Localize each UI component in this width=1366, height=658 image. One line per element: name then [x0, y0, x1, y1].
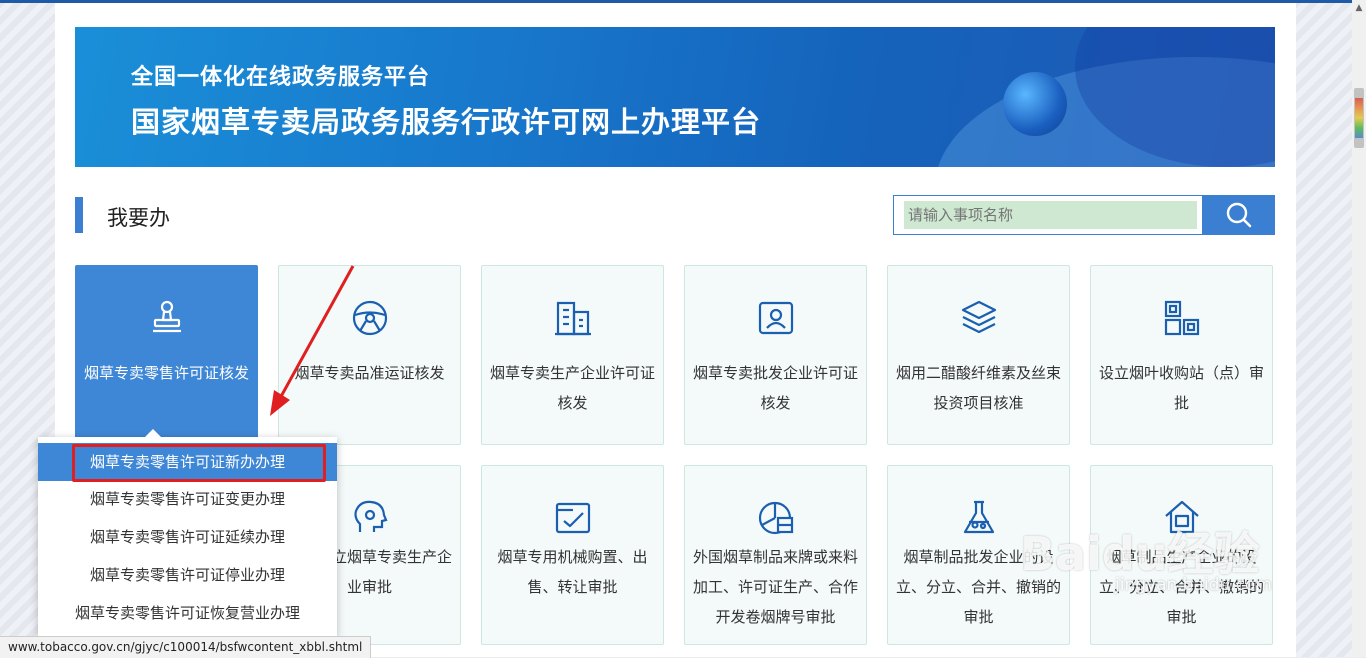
search-box [893, 195, 1275, 235]
pie-chart-icon [756, 498, 796, 538]
card-label: 外国烟草制品来牌或来料加工、许可证生产、合作开发卷烟牌号审批 [693, 548, 859, 626]
baidu-watermark-url: jingyan.baidu.com [1115, 575, 1272, 595]
blocks-icon [1162, 298, 1202, 338]
check-screen-icon [553, 498, 593, 538]
dropdown-caret [145, 429, 161, 437]
card-label: 烟草专卖批发企业许可证核发 [693, 364, 859, 412]
scrollbar-marker [1355, 98, 1363, 138]
service-card-acetate-fiber[interactable]: 烟用二醋酸纤维素及丝束投资项目核准 [887, 265, 1070, 445]
search-input[interactable] [904, 201, 1197, 229]
page-background-right [1296, 0, 1352, 657]
banner-orb [1003, 72, 1067, 136]
banner-subtitle: 全国一体化在线政务服务平台 [131, 65, 431, 90]
flask-icon [959, 498, 999, 538]
header-banner: 全国一体化在线政务服务平台 国家烟草专卖局政务服务行政许可网上办理平台 [75, 27, 1275, 167]
section-accent-bar [75, 197, 83, 233]
layers-icon [959, 298, 999, 338]
top-border [0, 0, 1352, 3]
search-icon [1226, 202, 1251, 228]
annotation-highlight-box [72, 444, 326, 482]
service-card-retail-license[interactable]: 烟草专卖零售许可证核发 [75, 265, 258, 445]
section-title: 我要办 [107, 206, 170, 230]
status-bar-url: www.tobacco.gov.cn/gjyc/c100014/bsfwcont… [0, 636, 372, 658]
dropdown-item-renewal[interactable]: 烟草专卖零售许可证延续办理 [38, 518, 337, 556]
service-card-production-license[interactable]: 烟草专卖生产企业许可证核发 [481, 265, 664, 445]
card-label: 烟草专卖零售许可证核发 [84, 364, 250, 382]
card-label: 设立烟叶收购站（点）审批 [1099, 364, 1265, 412]
dropdown-item-change[interactable]: 烟草专卖零售许可证变更办理 [38, 480, 337, 518]
building-icon [553, 298, 593, 338]
search-button[interactable] [1202, 195, 1275, 235]
service-card-wholesale-license[interactable]: 烟草专卖批发企业许可证核发 [684, 265, 867, 445]
id-card-icon [756, 298, 796, 338]
annotation-arrow [270, 265, 355, 416]
vertical-scrollbar[interactable]: ▲ [1352, 0, 1366, 657]
service-card-foreign-products[interactable]: 外国烟草制品来牌或来料加工、许可证生产、合作开发卷烟牌号审批 [684, 465, 867, 645]
scroll-up-arrow-icon[interactable]: ▲ [1352, 0, 1366, 16]
card-label: 烟用二醋酸纤维素及丝束投资项目核准 [896, 364, 1062, 412]
dropdown-item-resume[interactable]: 烟草专卖零售许可证恢复营业办理 [38, 594, 337, 632]
dropdown-item-suspend[interactable]: 烟草专卖零售许可证停业办理 [38, 556, 337, 594]
service-card-leaf-station[interactable]: 设立烟叶收购站（点）审批 [1090, 265, 1273, 445]
stamp-icon [147, 298, 187, 338]
card-label: 烟草专用机械购置、出售、转让审批 [497, 548, 648, 596]
card-label: 烟草专卖生产企业许可证核发 [490, 364, 656, 412]
banner-title: 国家烟草专卖局政务服务行政许可网上办理平台 [131, 105, 762, 139]
head-gear-icon [350, 498, 390, 538]
service-card-machinery[interactable]: 烟草专用机械购置、出售、转让审批 [481, 465, 664, 645]
